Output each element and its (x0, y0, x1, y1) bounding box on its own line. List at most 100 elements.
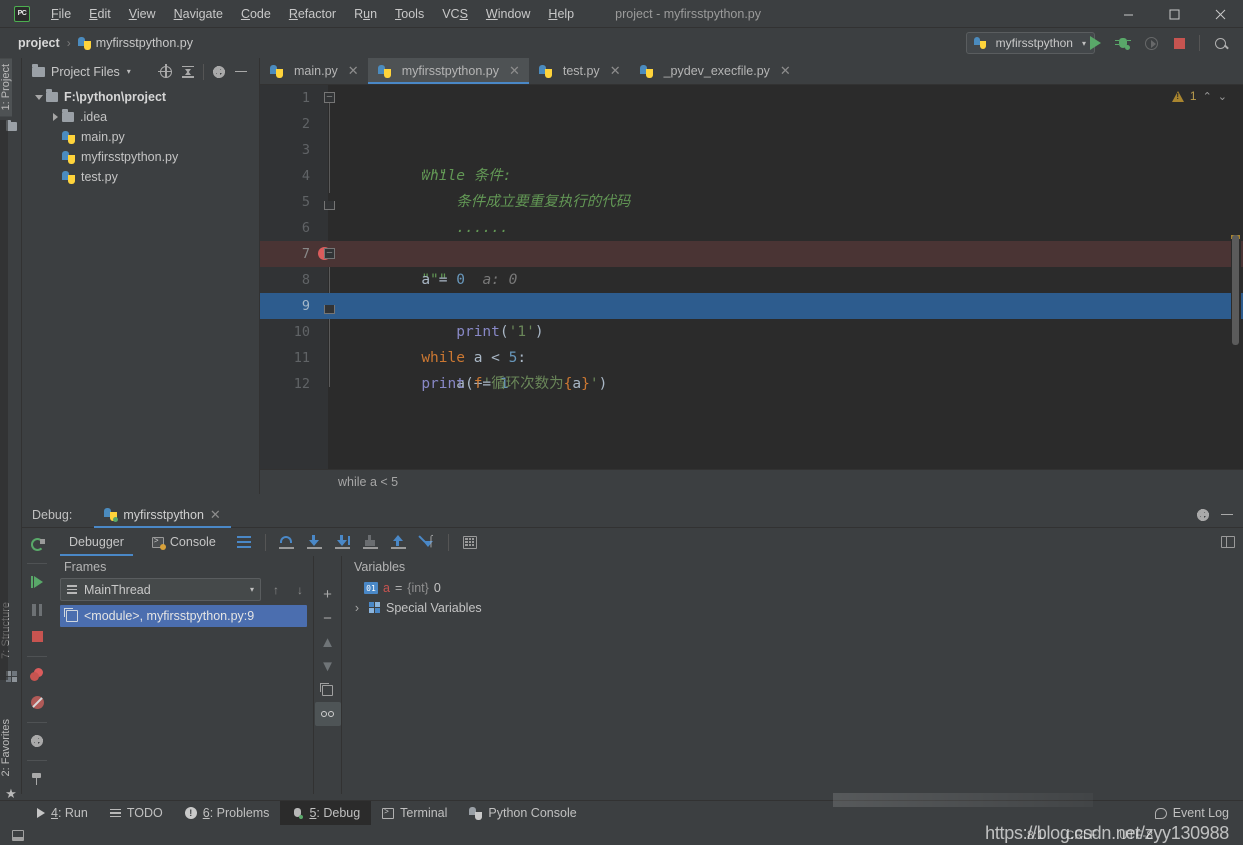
fold-end-marker-icon[interactable] (324, 305, 335, 314)
editor-tab-test-py[interactable]: test.py ✕ (528, 58, 630, 84)
run-button[interactable] (1082, 30, 1108, 56)
code-line-9[interactable]: 9 a += 1 (260, 293, 1243, 392)
menu-item-navigate[interactable]: Navigate (165, 4, 232, 24)
editor-breadcrumb-label[interactable]: while a < 5 (338, 475, 398, 489)
search-everywhere-button[interactable] (1207, 30, 1233, 56)
tree-node-idea[interactable]: .idea (22, 107, 259, 127)
tab-debugger[interactable]: Debugger (56, 528, 137, 556)
evaluate-expression-icon[interactable] (457, 529, 483, 555)
bottom-tab-run[interactable]: 4: Run (26, 801, 99, 826)
variable-row-special[interactable]: › Special Variables (342, 598, 1243, 618)
run-configuration-selector[interactable]: myfirsstpython ▾ (965, 32, 1095, 54)
bottom-tab-terminal[interactable]: Terminal (371, 801, 458, 826)
chevron-up-icon[interactable]: ⌃ (1203, 90, 1212, 103)
show-options-icon[interactable] (231, 529, 257, 555)
close-button[interactable] (1197, 0, 1243, 28)
project-panel-title[interactable]: Project Files (51, 65, 120, 79)
code-line-7[interactable]: 7 – while a < 5: (260, 241, 1243, 366)
menu-item-vcs[interactable]: VCS (433, 4, 477, 24)
code-line-3[interactable]: 3 条件成立要重复执行的代码 (260, 137, 1243, 210)
step-into-icon[interactable] (302, 529, 328, 555)
sidebar-tab-favorites[interactable]: 2: Favorites (0, 713, 12, 782)
step-into-my-code-icon[interactable] (358, 529, 384, 555)
variable-row-a[interactable]: 01 a = {int} 0 (342, 578, 1243, 598)
move-up-button[interactable]: ▲ (315, 630, 341, 654)
line-separator[interactable]: CRLF (1066, 828, 1097, 842)
menu-item-tools[interactable]: Tools (386, 4, 433, 24)
pause-program-icon[interactable] (24, 598, 50, 622)
tree-node-test-py[interactable]: test.py (22, 167, 259, 187)
step-out-icon[interactable] (386, 529, 412, 555)
remove-watch-button[interactable]: − (315, 606, 341, 630)
code-line-1[interactable]: 1 – """ (260, 85, 1243, 184)
frame-down-button[interactable]: ↓ (291, 583, 309, 597)
chevron-right-icon[interactable] (48, 113, 62, 121)
tree-node-root[interactable]: F:\python\project (22, 87, 259, 107)
code-line-6[interactable]: 6 a = 0 a: 0 (260, 215, 1243, 288)
menu-item-refactor[interactable]: Refactor (280, 4, 345, 24)
debug-button[interactable] (1110, 30, 1136, 56)
tree-node-main-py[interactable]: main.py (22, 127, 259, 147)
breadcrumb-project[interactable]: project (18, 36, 60, 50)
run-with-coverage-button[interactable] (1138, 30, 1164, 56)
caret-position[interactable]: 8:1 (1027, 828, 1044, 842)
sidebar-tab-project[interactable]: 1: Project (0, 58, 12, 117)
close-icon[interactable]: ✕ (210, 507, 221, 523)
settings-icon[interactable] (209, 62, 229, 82)
debug-session-tab[interactable]: myfirsstpython ✕ (94, 502, 231, 528)
fold-marker-icon[interactable]: – (324, 248, 335, 259)
tree-node-myfirsstpython-py[interactable]: myfirsstpython.py (22, 147, 259, 167)
locate-icon[interactable] (156, 62, 176, 82)
bottom-tab-problems[interactable]: ! 6: Problems (174, 801, 281, 826)
resume-program-icon[interactable] (24, 570, 50, 594)
code-line-10[interactable]: 10 print(f'循环次数为{a}') (260, 319, 1243, 392)
chevron-down-icon[interactable]: ▾ (127, 67, 131, 76)
hide-panel-icon[interactable] (231, 62, 251, 82)
code-line-12[interactable]: 12 (260, 371, 1243, 397)
event-log-button[interactable]: Event Log (1154, 806, 1243, 820)
menu-item-help[interactable]: Help (539, 4, 583, 24)
frame-list-item[interactable]: <module>, myfirsstpython.py:9 (60, 605, 307, 627)
mute-breakpoints-icon[interactable] (24, 690, 50, 714)
sidebar-tab-structure[interactable]: 7: Structure (0, 596, 12, 665)
close-icon[interactable]: ✕ (348, 63, 359, 79)
stop-button[interactable] (1166, 30, 1192, 56)
add-watch-button[interactable]: + (315, 582, 341, 606)
step-over-icon[interactable] (274, 529, 300, 555)
editor-tab-main-py[interactable]: main.py ✕ (260, 58, 368, 84)
code-line-2[interactable]: 2 while 条件: (260, 111, 1243, 184)
thread-selector[interactable]: MainThread ▾ (60, 578, 261, 601)
settings-icon[interactable] (1193, 505, 1213, 525)
close-icon[interactable]: ✕ (509, 63, 520, 79)
menu-item-code[interactable]: Code (232, 4, 280, 24)
scrollbar-thumb[interactable] (1232, 235, 1239, 345)
copy-value-button[interactable] (315, 678, 341, 702)
frame-up-button[interactable]: ↑ (267, 583, 285, 597)
layout-settings-icon[interactable] (1221, 536, 1235, 548)
fold-end-marker-icon[interactable] (324, 201, 335, 210)
pin-icon[interactable] (24, 767, 50, 791)
collapse-all-icon[interactable] (178, 62, 198, 82)
move-down-button[interactable]: ▼ (315, 654, 341, 678)
menu-item-edit[interactable]: Edit (80, 4, 120, 24)
minimize-button[interactable] (1105, 0, 1151, 28)
bottom-tab-debug[interactable]: 5: Debug (280, 800, 372, 826)
bottom-tab-todo[interactable]: TODO (99, 801, 174, 826)
menu-item-file[interactable]: FFileile (42, 4, 80, 24)
rerun-icon[interactable] (24, 532, 50, 556)
chevron-right-icon[interactable]: › (350, 601, 364, 615)
layout-toggle-button[interactable] (0, 829, 36, 841)
inspection-widget[interactable]: 1 ⌃ ⌄ (1171, 89, 1227, 103)
close-icon[interactable]: ✕ (780, 63, 791, 79)
editor-tab-myfirsstpython-py[interactable]: myfirsstpython.py ✕ (367, 58, 530, 84)
breadcrumb-file[interactable]: myfirsstpython.py (96, 36, 193, 50)
menu-item-run[interactable]: Run (345, 4, 386, 24)
stop-icon[interactable] (24, 625, 50, 649)
view-breakpoints-icon[interactable] (24, 663, 50, 687)
code-line-8[interactable]: 8 print('1') (260, 267, 1243, 340)
hide-panel-icon[interactable] (1217, 505, 1237, 525)
settings-icon[interactable] (24, 729, 50, 753)
bottom-tab-python-console[interactable]: Python Console (458, 801, 587, 826)
run-to-cursor-icon[interactable]: ⌠ (414, 529, 440, 555)
code-line-5[interactable]: 5 """ (260, 189, 1243, 288)
